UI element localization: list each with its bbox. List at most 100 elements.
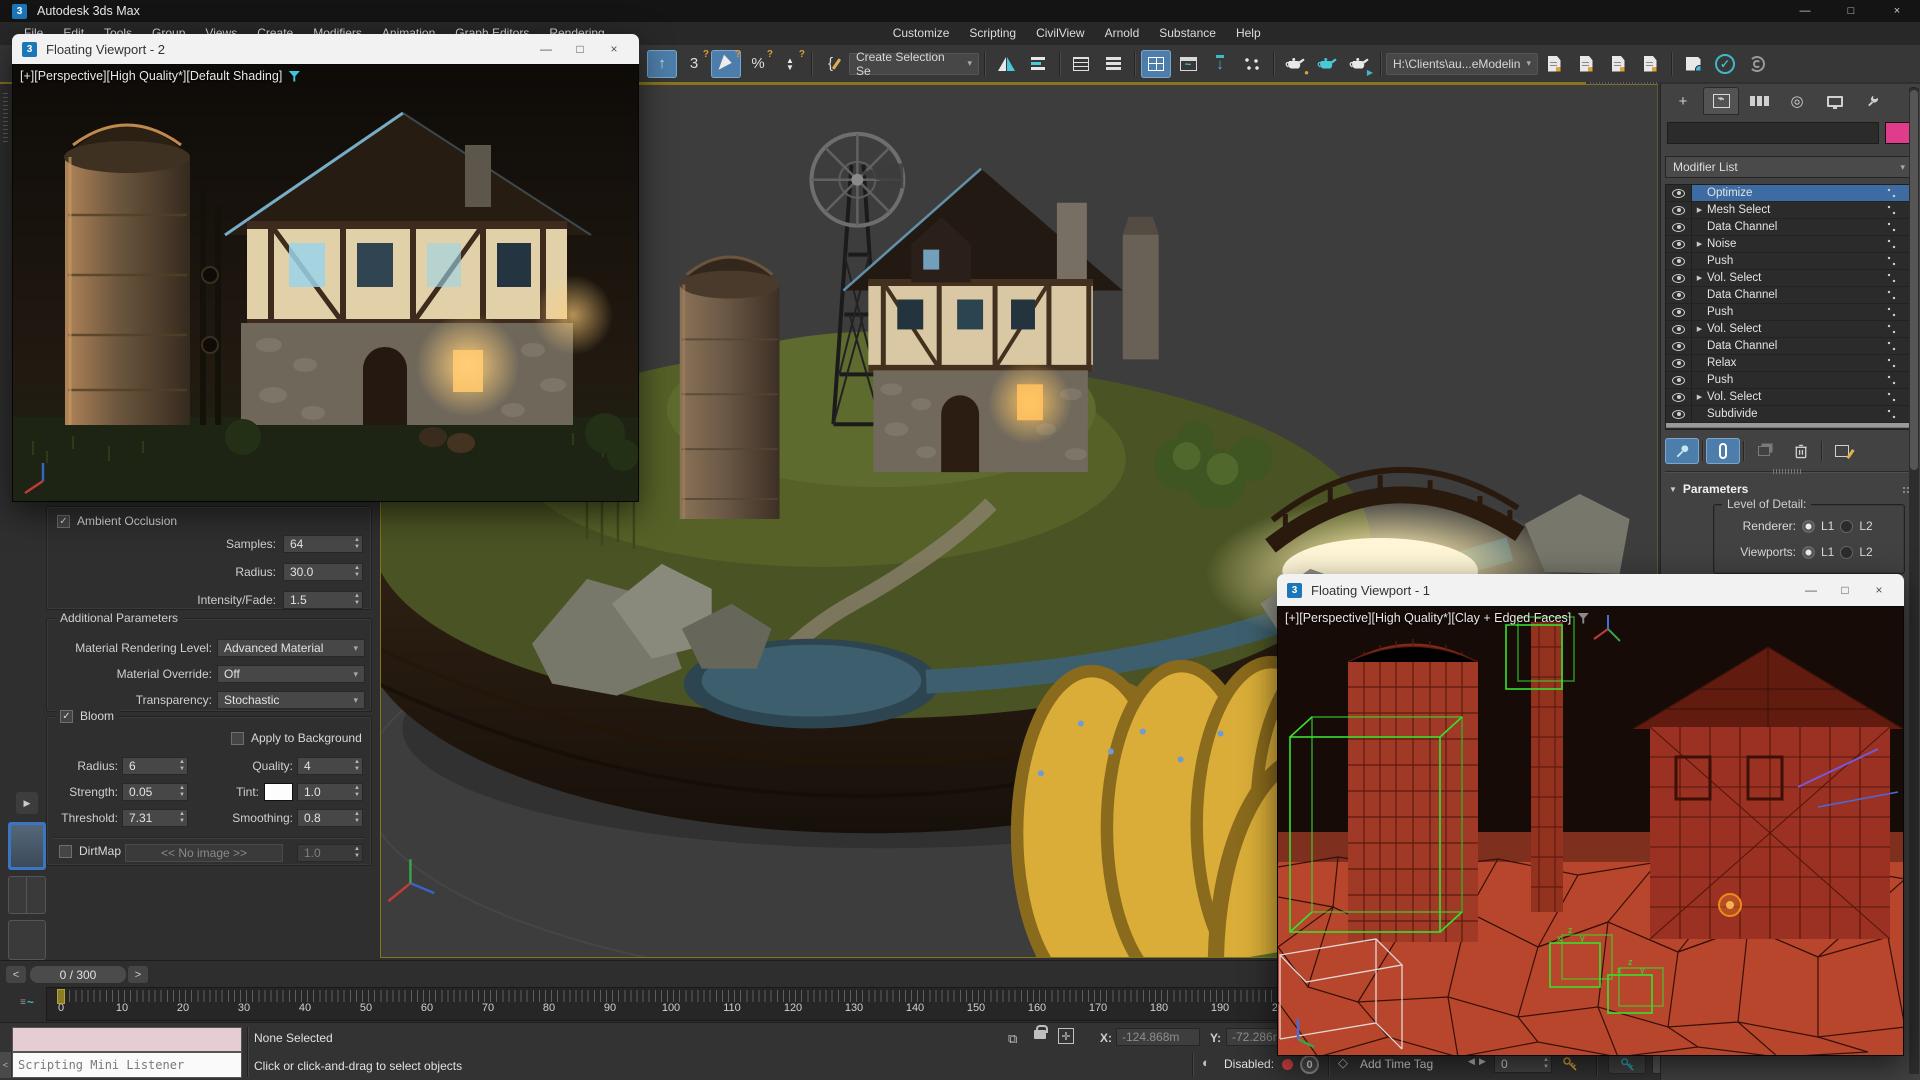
- visibility-eye-icon[interactable]: [1666, 321, 1692, 337]
- time-ruler[interactable]: 0102030405060708090100110120130140150160…: [46, 987, 1278, 1021]
- visibility-eye-icon[interactable]: [1666, 236, 1692, 252]
- selection-lock-icon[interactable]: [1034, 1030, 1046, 1039]
- smoothing-spinner[interactable]: 0.8▲▼: [297, 809, 363, 827]
- modifier-data-channel[interactable]: Data Channel: [1666, 219, 1912, 236]
- frame-number-spinner[interactable]: 0▲▼: [1494, 1055, 1552, 1073]
- menu-help[interactable]: Help: [1226, 22, 1271, 45]
- render-production-button[interactable]: ▶: [1344, 50, 1374, 78]
- menu-arnold[interactable]: Arnold: [1095, 22, 1150, 45]
- tint-amount-spinner[interactable]: 1.0▲▼: [297, 783, 363, 801]
- tab-display[interactable]: [1817, 87, 1853, 115]
- viewports-l2-radio[interactable]: [1840, 546, 1853, 559]
- expand-arrow-icon[interactable]: ▶: [1692, 206, 1707, 214]
- modifier-subdivide[interactable]: Subdivide: [1666, 406, 1912, 423]
- select-object-button[interactable]: ↑: [647, 50, 677, 78]
- open-scene-button[interactable]: [1571, 50, 1601, 78]
- scene-nodes-button[interactable]: [1603, 50, 1633, 78]
- tab-create[interactable]: +: [1665, 87, 1701, 115]
- select-by-name-button[interactable]: 3?: [679, 50, 709, 78]
- visibility-eye-icon[interactable]: [1666, 355, 1692, 371]
- listener-scroll-button[interactable]: <: [0, 1052, 11, 1078]
- modifier-optimize[interactable]: Optimize: [1666, 185, 1912, 202]
- named-selection-set-dropdown[interactable]: Create Selection Se ▾: [849, 53, 979, 75]
- expand-arrow-icon[interactable]: ▶: [1692, 274, 1707, 282]
- scene-explorer-button[interactable]: [1066, 50, 1096, 78]
- toolbar-grip-handle[interactable]: [3, 90, 8, 142]
- validate-button[interactable]: ✓: [1710, 50, 1740, 78]
- material-override-dropdown[interactable]: Off▾: [217, 665, 365, 683]
- tab-utilities[interactable]: [1855, 87, 1891, 115]
- save-scene-button[interactable]: [1678, 50, 1708, 78]
- threshold-spinner[interactable]: 7.31▲▼: [122, 809, 188, 827]
- smart-select-button[interactable]: ?: [711, 50, 741, 78]
- window-maximize-button[interactable]: □: [1828, 0, 1874, 22]
- quality-spinner[interactable]: 4▲▼: [297, 757, 363, 775]
- modifier-data-channel[interactable]: Data Channel: [1666, 338, 1912, 355]
- isolate-selection-icon[interactable]: ⧉: [1008, 1031, 1017, 1047]
- tab-motion[interactable]: ◎: [1779, 87, 1815, 115]
- previous-frame-button[interactable]: <: [6, 966, 26, 983]
- window-close-button[interactable]: ×: [1874, 0, 1920, 22]
- window-minimize-button[interactable]: —: [1782, 0, 1828, 22]
- ambient-occlusion-checkbox[interactable]: ✓: [57, 515, 70, 528]
- current-frame-display[interactable]: 0 / 300: [30, 966, 126, 983]
- minimize-button[interactable]: —: [531, 42, 561, 56]
- close-button[interactable]: ×: [1864, 583, 1894, 597]
- tint-color-swatch[interactable]: [264, 783, 293, 801]
- project-path-dropdown[interactable]: H:\Clients\au...eModeling_001 ▾: [1386, 53, 1538, 75]
- viewport-layout-tab-2[interactable]: [8, 876, 46, 914]
- toggle-ribbon-button[interactable]: [1141, 50, 1171, 78]
- configure-modifier-sets-button[interactable]: [1825, 438, 1859, 464]
- pin-stack-button[interactable]: [1665, 438, 1699, 464]
- maxscript-mini-listener[interactable]: Scripting Mini Listener: [12, 1052, 242, 1078]
- visibility-eye-icon[interactable]: [1666, 389, 1692, 405]
- minimize-button[interactable]: —: [1796, 583, 1826, 597]
- key-gear-icon[interactable]: [1562, 1056, 1578, 1072]
- expand-arrow-icon[interactable]: ▶: [1692, 325, 1707, 333]
- maximize-button[interactable]: □: [565, 42, 595, 56]
- visibility-eye-icon[interactable]: [1666, 202, 1692, 218]
- ao-radius-spinner[interactable]: 30.0▲▼: [283, 563, 363, 581]
- mirror-button[interactable]: [991, 50, 1021, 78]
- modifier-vol-select[interactable]: ▶Vol. Select: [1666, 389, 1912, 406]
- modifier-data-channel[interactable]: Data Channel: [1666, 287, 1912, 304]
- material-rendering-level-dropdown[interactable]: Advanced Material▾: [217, 639, 365, 657]
- curve-editor-button[interactable]: ~: [1173, 50, 1203, 78]
- spinner-snap-button[interactable]: ▲▼?: [775, 50, 805, 78]
- apply-to-background-checkbox[interactable]: [231, 732, 244, 745]
- viewport-layout-tab-1[interactable]: [8, 822, 46, 870]
- visibility-eye-icon[interactable]: [1666, 270, 1692, 286]
- rendered-frame-window-button[interactable]: [1312, 50, 1342, 78]
- floating-viewport-2-titlebar[interactable]: 3 Floating Viewport - 2 — □ ×: [12, 34, 639, 64]
- samples-spinner[interactable]: 64▲▼: [283, 535, 363, 553]
- maximize-button[interactable]: □: [1830, 583, 1860, 597]
- filter-funnel-icon[interactable]: [1577, 613, 1589, 624]
- scene-transfer-button[interactable]: [1635, 50, 1665, 78]
- modifier-relax[interactable]: Relax: [1666, 355, 1912, 372]
- mini-curve-editor-button[interactable]: ≡~: [14, 991, 40, 1013]
- maxscript-listener-pink-field[interactable]: [12, 1027, 242, 1052]
- percent-snap-button[interactable]: %?: [743, 50, 773, 78]
- visibility-eye-icon[interactable]: [1666, 372, 1692, 388]
- zero-frame-button[interactable]: 0: [1300, 1055, 1319, 1074]
- x-coordinate-field[interactable]: -124.868m: [1116, 1028, 1200, 1046]
- viewport-1-shading-label[interactable]: [+][Perspective][High Quality*][Clay + E…: [1285, 611, 1589, 625]
- next-frame-button[interactable]: >: [128, 966, 148, 983]
- sync-button[interactable]: [1742, 50, 1772, 78]
- shield-half-icon[interactable]: ◐: [1202, 1055, 1210, 1070]
- viewport-2-shading-label[interactable]: [+][Perspective][High Quality*][Default …: [20, 69, 300, 83]
- absolute-mode-icon[interactable]: ✛: [1058, 1028, 1074, 1044]
- renderer-l2-radio[interactable]: [1840, 520, 1853, 533]
- make-unique-button[interactable]: [1747, 438, 1781, 464]
- modifier-vol-select[interactable]: ▶Vol. Select: [1666, 321, 1912, 338]
- modifier-noise[interactable]: ▶Noise: [1666, 236, 1912, 253]
- time-slider-handle[interactable]: [57, 989, 65, 1004]
- close-button[interactable]: ×: [599, 42, 629, 56]
- modifier-push[interactable]: Push: [1666, 253, 1912, 270]
- dirtmap-image-button[interactable]: << No image >>: [125, 844, 283, 862]
- parameters-rollout-header[interactable]: ▼ Parameters: [1669, 482, 1748, 496]
- filter-funnel-icon[interactable]: [288, 71, 300, 82]
- viewports-l1-radio[interactable]: [1802, 546, 1815, 559]
- transparency-dropdown[interactable]: Stochastic▾: [217, 691, 365, 709]
- object-name-field[interactable]: [1667, 122, 1879, 144]
